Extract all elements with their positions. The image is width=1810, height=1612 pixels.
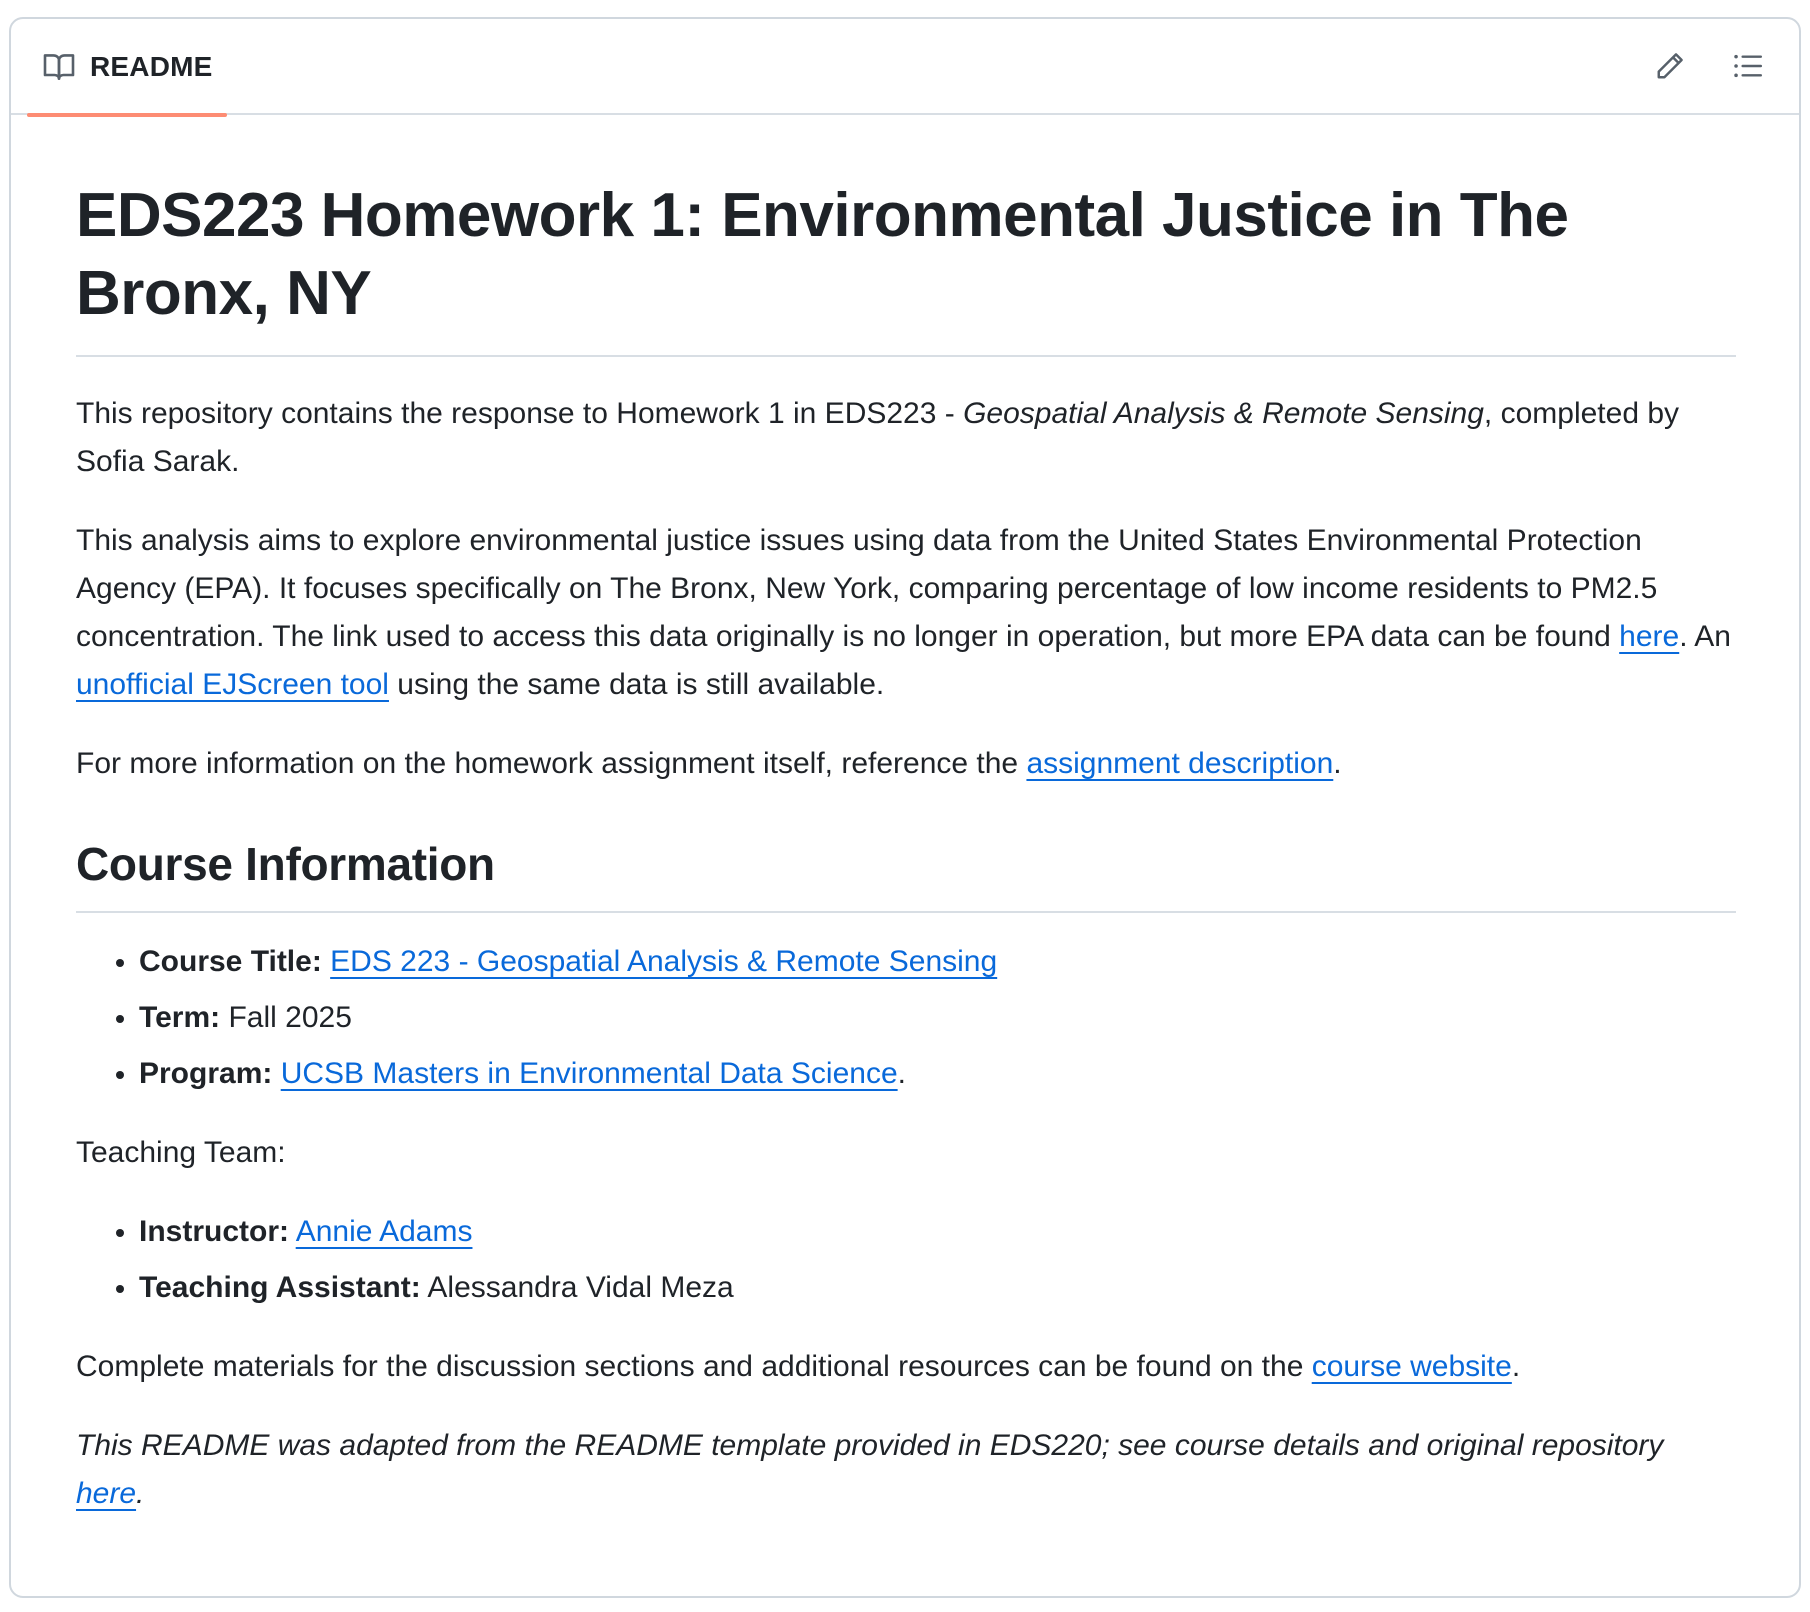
intro-course-name: Geospatial Analysis & Remote Sensing	[963, 397, 1484, 430]
materials-paragraph: Complete materials for the discussion se…	[76, 1343, 1736, 1391]
edit-button[interactable]	[1647, 45, 1693, 91]
pencil-icon	[1655, 51, 1685, 86]
course-title-label: Course Title:	[139, 945, 322, 978]
course-information-heading: Course Information	[76, 835, 1736, 913]
analysis-text-2: . An	[1679, 620, 1731, 653]
term-label: Term:	[139, 1001, 221, 1034]
readme-box: README EDS223 Homework 1: Environmental …	[9, 17, 1801, 1598]
program-link[interactable]: UCSB Masters in Environmental Data Scien…	[281, 1057, 898, 1090]
outline-button[interactable]	[1725, 45, 1771, 91]
original-repository-link[interactable]: here	[76, 1477, 136, 1510]
list-unordered-icon	[1733, 52, 1763, 85]
program-label: Program:	[139, 1057, 273, 1090]
ta-value: Alessandra Vidal Meza	[420, 1271, 734, 1304]
teaching-team-label: Teaching Team:	[76, 1136, 286, 1169]
readme-header: README	[11, 19, 1799, 117]
course-info-list: Course Title: EDS 223 - Geospatial Analy…	[76, 938, 1736, 1098]
analysis-paragraph: This analysis aims to explore environmen…	[76, 517, 1736, 709]
term-value: Fall 2025	[220, 1001, 352, 1034]
ejscreen-tool-link[interactable]: unofficial EJScreen tool	[76, 668, 389, 701]
materials-text-1: Complete materials for the discussion se…	[76, 1350, 1312, 1383]
adapted-text-2: .	[136, 1477, 145, 1510]
readme-title: EDS223 Homework 1: Environmental Justice…	[76, 117, 1736, 357]
adapted-paragraph: This README was adapted from the README …	[76, 1422, 1736, 1518]
analysis-text-3: using the same data is still available.	[388, 668, 885, 701]
readme-content: EDS223 Homework 1: Environmental Justice…	[76, 117, 1736, 1518]
intro-paragraph: This repository contains the response to…	[76, 390, 1736, 486]
program-after: .	[897, 1057, 906, 1090]
readme-tab-label: README	[90, 51, 213, 82]
readme-tab[interactable]: README	[27, 19, 227, 117]
analysis-text-1: This analysis aims to explore environmen…	[76, 524, 1658, 653]
teaching-team-list: Instructor: Annie Adams Teaching Assista…	[76, 1208, 1736, 1312]
more-info-paragraph: For more information on the homework ass…	[76, 740, 1736, 788]
ta-label: Teaching Assistant:	[139, 1271, 421, 1304]
book-icon	[42, 52, 76, 82]
list-item: Term: Fall 2025	[139, 994, 1736, 1042]
list-item: Instructor: Annie Adams	[139, 1208, 1736, 1256]
assignment-description-link[interactable]: assignment description	[1026, 747, 1333, 780]
course-title-link[interactable]: EDS 223 - Geospatial Analysis & Remote S…	[330, 945, 997, 978]
materials-text-2: .	[1511, 1350, 1521, 1383]
instructor-label: Instructor:	[139, 1215, 289, 1248]
epa-data-link[interactable]: here	[1619, 620, 1679, 653]
instructor-link[interactable]: Annie Adams	[296, 1215, 473, 1248]
course-website-link[interactable]: course website	[1312, 1350, 1512, 1383]
list-item: Teaching Assistant: Alessandra Vidal Mez…	[139, 1264, 1736, 1312]
list-item: Course Title: EDS 223 - Geospatial Analy…	[139, 938, 1736, 986]
list-item: Program: UCSB Masters in Environmental D…	[139, 1050, 1736, 1098]
more-info-text-1: For more information on the homework ass…	[76, 747, 1027, 780]
more-info-text-2: .	[1333, 747, 1342, 780]
intro-text-1: This repository contains the response to…	[76, 397, 964, 430]
adapted-text-1: This README was adapted from the README …	[76, 1429, 1664, 1462]
